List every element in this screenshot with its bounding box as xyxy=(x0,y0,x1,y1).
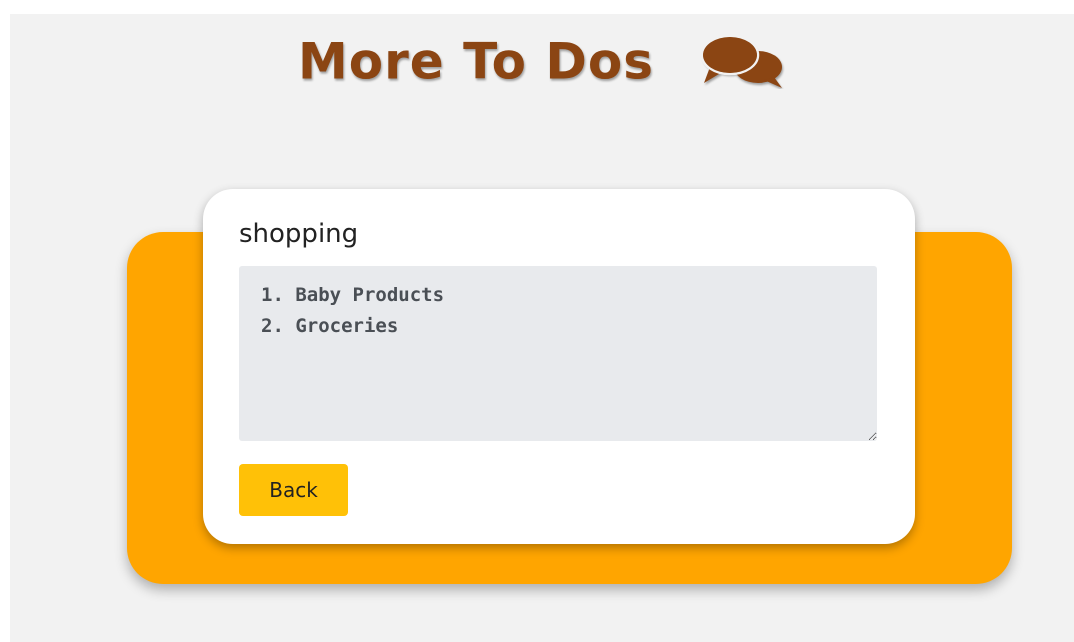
app-title: More To Dos xyxy=(10,28,1074,92)
note-card: shopping 1. Baby Products 2. Groceries B… xyxy=(203,189,915,544)
comments-icon xyxy=(700,31,786,89)
page-background: More To Dos shopping 1. Baby Products 2.… xyxy=(10,14,1074,642)
note-body-textarea[interactable]: 1. Baby Products 2. Groceries xyxy=(239,266,877,441)
back-button[interactable]: Back xyxy=(239,464,348,516)
note-title: shopping xyxy=(239,219,359,249)
app-title-text: More To Dos xyxy=(298,32,654,91)
